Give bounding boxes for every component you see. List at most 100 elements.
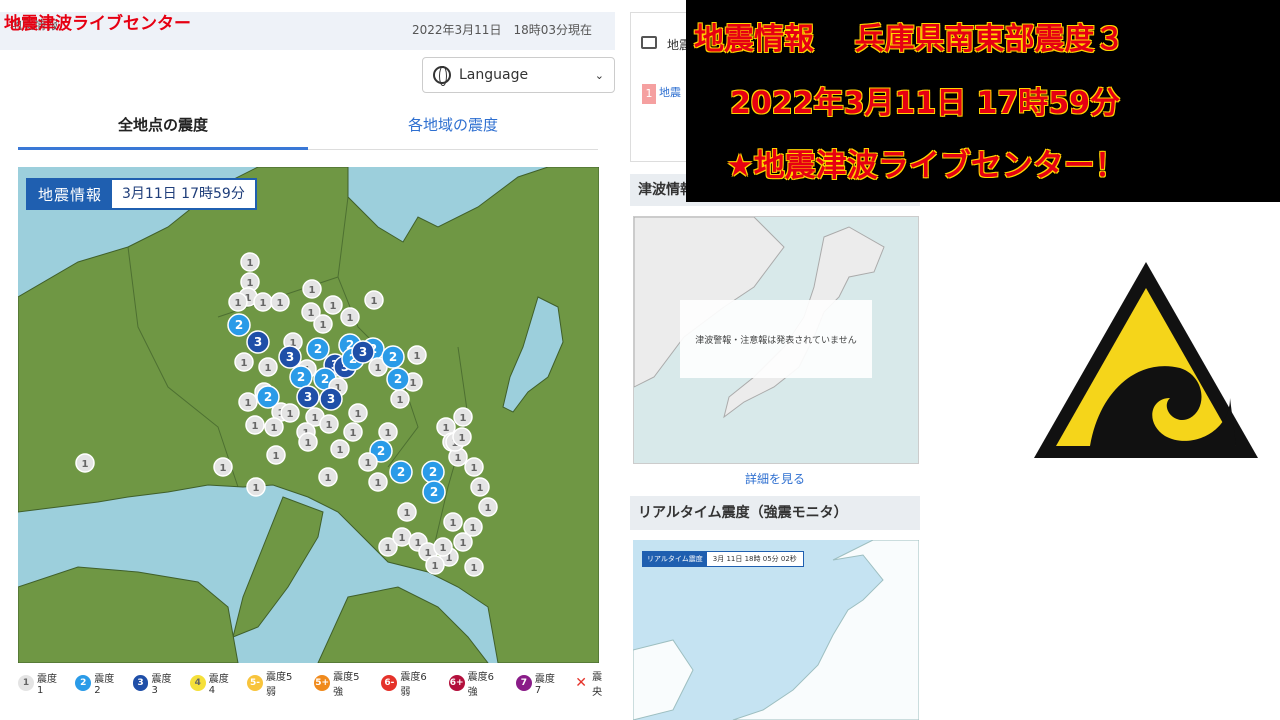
- intensity-marker[interactable]: 1: [313, 314, 333, 334]
- intensity-marker[interactable]: 2: [386, 367, 410, 391]
- intensity-marker[interactable]: 1: [407, 345, 427, 365]
- intensity-marker[interactable]: 3: [351, 340, 375, 364]
- intensity-marker[interactable]: 1: [213, 457, 233, 477]
- intensity-marker[interactable]: 1: [358, 452, 378, 472]
- intensity-marker[interactable]: 1: [453, 532, 473, 552]
- intensity-marker-label: 1: [337, 445, 344, 456]
- intensity-marker[interactable]: 1: [453, 407, 473, 427]
- intensity-marker[interactable]: 1: [319, 414, 339, 434]
- intensity-marker[interactable]: 3: [278, 345, 302, 369]
- intensity-marker[interactable]: 2: [421, 460, 445, 484]
- chevron-down-icon: ⌄: [594, 68, 604, 82]
- intensity-marker[interactable]: 1: [245, 415, 265, 435]
- tsunami-more-link[interactable]: 詳細を見る: [630, 470, 920, 487]
- intensity-marker-label: 2: [430, 485, 438, 499]
- tab-all-points[interactable]: 全地点の震度: [18, 104, 308, 150]
- intensity-marker-label: 1: [385, 428, 392, 439]
- intensity-marker[interactable]: 2: [256, 385, 280, 409]
- intensity-marker[interactable]: 1: [364, 290, 384, 310]
- intensity-marker[interactable]: 1: [228, 292, 248, 312]
- intensity-marker[interactable]: 1: [75, 453, 95, 473]
- intensity-marker[interactable]: 3: [319, 387, 343, 411]
- intensity-marker[interactable]: 1: [348, 403, 368, 423]
- intensity-marker-label: 1: [247, 258, 254, 269]
- intensity-marker-label: 1: [470, 523, 477, 534]
- intensity-marker[interactable]: 1: [340, 307, 360, 327]
- intensity-marker-label: 3: [359, 345, 367, 359]
- legend-item: ✕ 震央: [573, 668, 612, 698]
- intensity-marker[interactable]: 1: [392, 527, 412, 547]
- intensity-marker[interactable]: 1: [452, 427, 472, 447]
- legend-label: 震度6強: [467, 672, 494, 698]
- intensity-marker[interactable]: 1: [390, 389, 410, 409]
- intensity-marker[interactable]: 2: [389, 460, 413, 484]
- intensity-marker[interactable]: 1: [280, 403, 300, 423]
- intensity-marker[interactable]: 1: [246, 477, 266, 497]
- intensity-marker[interactable]: 1: [368, 472, 388, 492]
- language-select[interactable]: Language ⌄: [422, 57, 615, 93]
- intensity-marker[interactable]: 1: [234, 352, 254, 372]
- headline-line1: 地震情報 兵庫県南東部震度３: [694, 22, 1125, 57]
- intensity-marker-label: 2: [264, 390, 272, 404]
- intensity-marker-label: 1: [432, 561, 439, 572]
- intensity-marker-label: 2: [297, 370, 305, 384]
- intensity-marker[interactable]: 2: [306, 337, 330, 361]
- intensity-marker[interactable]: 1: [238, 392, 258, 412]
- intensity-marker[interactable]: 1: [478, 497, 498, 517]
- intensity-marker-label: 1: [308, 308, 315, 319]
- intensity-marker[interactable]: 1: [302, 279, 322, 299]
- intensity-marker[interactable]: 1: [253, 292, 273, 312]
- intensity-marker[interactable]: 1: [464, 557, 484, 577]
- intensity-marker[interactable]: 3: [246, 330, 270, 354]
- intensity-marker-label: 1: [325, 473, 332, 484]
- legend-swatch: 6-: [381, 675, 398, 691]
- intensity-marker[interactable]: 2: [289, 365, 313, 389]
- legend-label: 震度2: [94, 674, 115, 696]
- intensity-marker[interactable]: 2: [422, 480, 446, 504]
- intensity-marker-label: 1: [277, 298, 284, 309]
- intensity-marker-label: 1: [220, 463, 227, 474]
- intensity-marker-label: 2: [314, 342, 322, 356]
- intensity-marker-label: 1: [414, 351, 421, 362]
- intensity-marker[interactable]: 1: [266, 445, 286, 465]
- intensity-marker[interactable]: 1: [270, 292, 290, 312]
- intensity-marker[interactable]: 1: [343, 422, 363, 442]
- intensity-marker[interactable]: 1: [464, 457, 484, 477]
- intensity-marker-label: 1: [443, 423, 450, 434]
- intensity-marker[interactable]: 1: [330, 439, 350, 459]
- intensity-marker[interactable]: 1: [433, 537, 453, 557]
- intensity-marker[interactable]: 1: [323, 295, 343, 315]
- intensity-marker[interactable]: 3: [296, 385, 320, 409]
- intensity-legend: 1 震度1 2 震度2 3 震度3 4 震度4 5- 震度5弱 5+ 震度5強 6- 震度6弱 6+ 震度6強…: [18, 672, 618, 698]
- intensity-marker[interactable]: 2: [381, 345, 405, 369]
- legend-label: 震央: [592, 672, 603, 698]
- intensity-marker[interactable]: 2: [227, 313, 251, 337]
- legend-swatch: ✕: [575, 675, 587, 691]
- tab-regions[interactable]: 各地域の震度: [308, 104, 598, 150]
- legend-swatch: 5-: [247, 675, 263, 691]
- realtime-map[interactable]: [633, 540, 919, 720]
- intensity-marker[interactable]: 1: [298, 432, 318, 452]
- intensity-marker-label: 1: [397, 395, 404, 406]
- intensity-marker[interactable]: 1: [470, 477, 490, 497]
- intensity-marker[interactable]: 1: [378, 422, 398, 442]
- intensity-map[interactable]: 1111111111112311323232211311221123111112…: [18, 167, 599, 663]
- map-badge-value: 3月11日 17時59分: [112, 180, 255, 208]
- intensity-marker[interactable]: 1: [443, 512, 463, 532]
- intensity-marker[interactable]: 1: [240, 252, 260, 272]
- intensity-marker-label: 2: [394, 372, 402, 386]
- legend-label: 震度1: [36, 674, 57, 696]
- intensity-marker[interactable]: 1: [258, 357, 278, 377]
- intensity-marker[interactable]: 1: [425, 555, 445, 575]
- info-card-link[interactable]: 地震: [659, 84, 681, 100]
- intensity-marker-label: 2: [389, 350, 397, 364]
- headline-overlay: 地震情報 兵庫県南東部震度３ 2022年3月11日 17時59分 ★地震津波ライ…: [686, 0, 1280, 202]
- intensity-marker-label: 1: [355, 409, 362, 420]
- legend-item: 5- 震度5弱: [247, 668, 302, 698]
- intensity-marker[interactable]: 1: [264, 417, 284, 437]
- intensity-marker-label: 1: [245, 398, 252, 409]
- intensity-marker[interactable]: 1: [397, 502, 417, 522]
- legend-swatch: 3: [132, 675, 149, 691]
- intensity-marker[interactable]: 1: [318, 467, 338, 487]
- intensity-marker-label: 1: [459, 433, 466, 444]
